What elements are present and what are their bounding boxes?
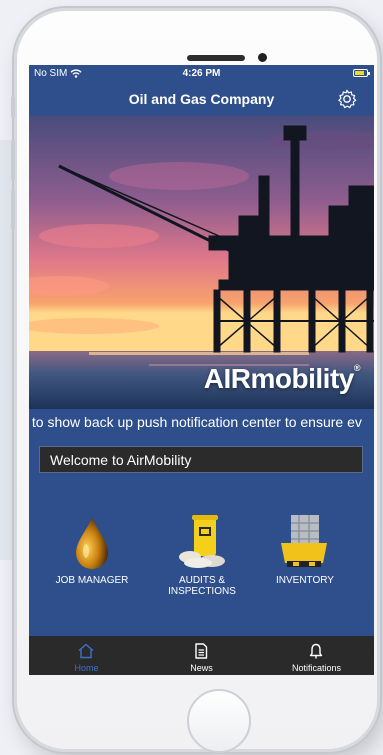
notification-ticker: s to show back up push notification cent… [29,409,374,435]
gear-icon[interactable] [336,88,358,110]
earpiece-speaker [187,55,245,61]
app-screen: No SIM 4:26 PM Oil and Gas Company AIRmo… [29,65,374,675]
home-hardware-button[interactable] [187,689,251,753]
front-camera [258,53,267,62]
app-title: Oil and Gas Company [128,91,275,107]
containment-pallet-icon [255,511,355,569]
tile-label: INVENTORY [276,575,334,586]
tile-label: JOB MANAGER [55,575,129,586]
tab-home[interactable]: Home [29,636,144,675]
battery-icon [353,69,370,77]
tab-bar: Home News Notifications [29,636,374,675]
tile-audits-inspections[interactable]: AUDITS & INSPECTIONS [152,511,252,597]
volume-down-button [11,190,15,230]
tab-label: Notifications [291,663,342,673]
tile-job-manager[interactable]: JOB MANAGER [42,511,142,586]
status-bar: No SIM 4:26 PM [29,65,374,82]
news-icon [195,643,208,659]
volume-up-button [11,140,15,180]
hero-banner: AIRmobility® [29,116,374,409]
tile-inventory[interactable]: INVENTORY [255,511,355,586]
tab-news[interactable]: News [144,636,259,675]
spill-kit-icon [152,511,252,569]
tab-label: News [190,663,213,673]
home-icon [78,643,94,659]
tab-notifications[interactable]: Notifications [259,636,374,675]
title-bar: Oil and Gas Company [29,82,374,116]
oil-drop-icon [42,511,142,569]
status-time: 4:26 PM [182,68,221,79]
welcome-banner: Welcome to AirMobility [39,446,363,473]
tab-label: Home [74,663,99,673]
ticker-text: s to show back up push notification cent… [29,414,362,430]
airmobility-logo: AIRmobility® [203,363,361,394]
bell-icon [309,643,323,659]
tile-label: AUDITS & INSPECTIONS [168,575,236,597]
mute-switch [11,96,15,118]
